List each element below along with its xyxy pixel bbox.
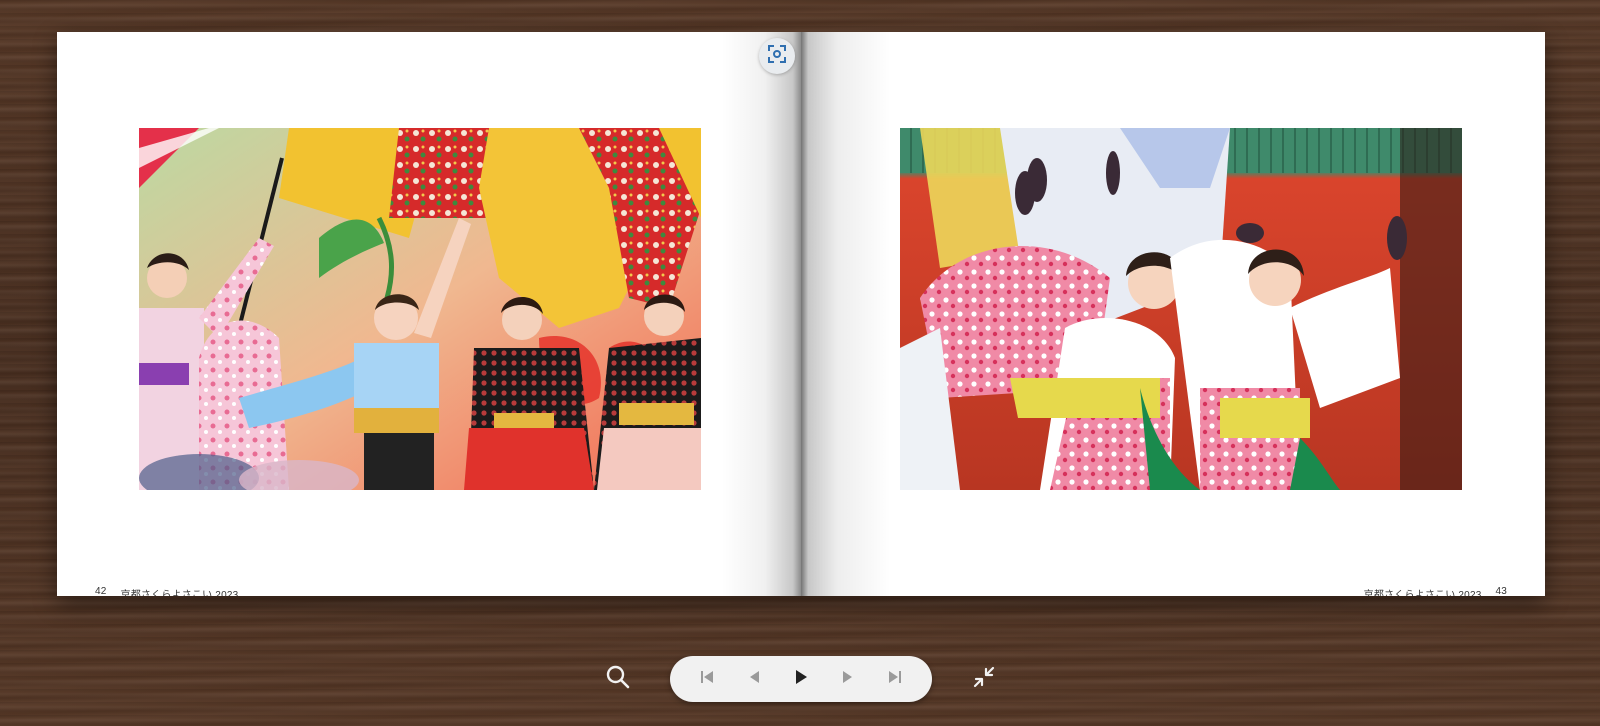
page-navigation-controls (670, 656, 932, 702)
left-page[interactable]: 42 京都さくらよさこい 2023 (57, 32, 801, 596)
next-page-icon (841, 669, 855, 690)
flipbook: 42 京都さくらよさこい 2023 京都さくらよさこい 2023 43 (57, 32, 1545, 596)
next-page-button[interactable] (833, 664, 863, 694)
left-page-footer: 42 京都さくらよさこい 2023 (95, 586, 238, 596)
first-page-button[interactable] (692, 664, 722, 694)
page-number-right: 43 (1495, 586, 1507, 596)
crop-focus-button[interactable] (759, 38, 795, 74)
crop-focus-icon (767, 44, 787, 69)
footer-title-right: 京都さくらよさこい 2023 (1363, 590, 1482, 596)
previous-page-icon (747, 669, 761, 690)
footer-title-left: 京都さくらよさこい 2023 (120, 590, 239, 596)
right-page-footer: 京都さくらよさこい 2023 43 (1364, 586, 1507, 596)
first-page-icon (699, 669, 715, 690)
search-icon (605, 664, 631, 695)
right-page-photo (900, 128, 1462, 490)
last-page-button[interactable] (880, 664, 910, 694)
last-page-icon (887, 669, 903, 690)
page-number-left: 42 (95, 586, 107, 596)
previous-page-button[interactable] (739, 664, 769, 694)
search-button[interactable] (604, 665, 632, 693)
play-button[interactable] (786, 664, 816, 694)
exit-fullscreen-button[interactable] (970, 665, 998, 693)
exit-fullscreen-icon (972, 665, 996, 694)
right-page[interactable]: 京都さくらよさこい 2023 43 (801, 32, 1545, 596)
left-page-photo (139, 128, 701, 490)
play-icon (793, 668, 809, 691)
